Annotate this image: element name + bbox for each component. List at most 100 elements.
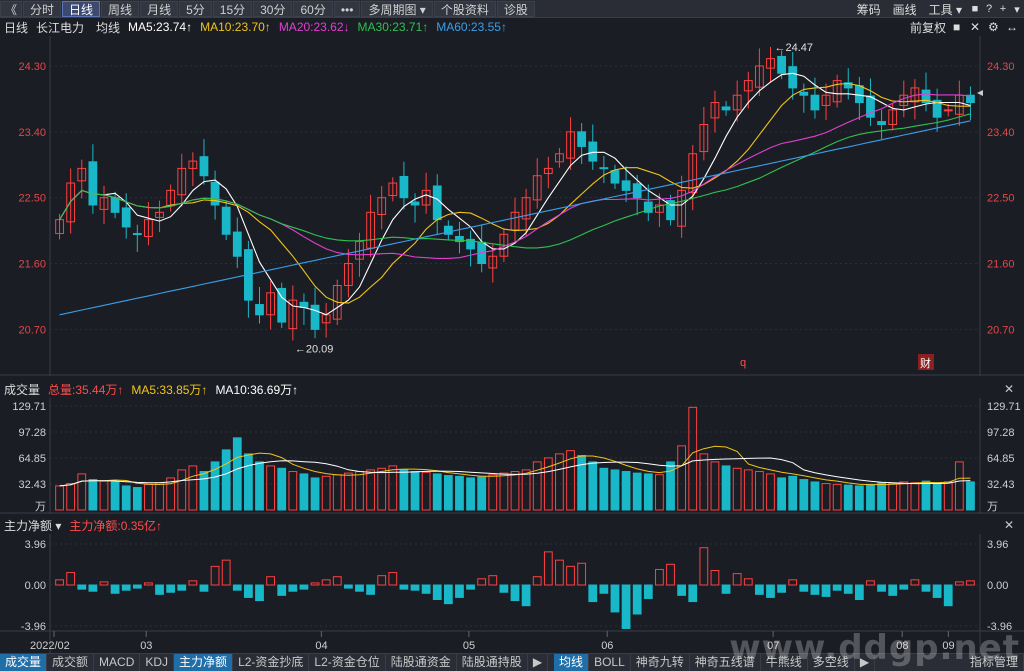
x-axis-label: 04 bbox=[315, 640, 327, 652]
flow-bar bbox=[954, 581, 964, 586]
flow-bar bbox=[144, 582, 153, 586]
flow-bar bbox=[455, 584, 464, 598]
volume-bar bbox=[377, 467, 387, 511]
volume-tick-left: 64.85 bbox=[18, 453, 46, 465]
volume-bar bbox=[854, 485, 864, 511]
indicator-tab-2[interactable]: MACD bbox=[94, 654, 141, 671]
adjust-toggle[interactable]: 前复权 bbox=[910, 19, 946, 36]
plus-icon[interactable]: + bbox=[996, 3, 1010, 15]
flow-title[interactable]: 主力净额 ▾ bbox=[4, 517, 61, 534]
overlay-tab-0[interactable]: 均线 bbox=[554, 654, 590, 671]
period-tab-11[interactable]: 诊股 bbox=[496, 0, 535, 17]
flow-bar bbox=[288, 584, 298, 592]
price-tick-left: 20.70 bbox=[18, 324, 46, 336]
candle-body bbox=[121, 207, 131, 228]
indicator-tab-7[interactable]: 陆股通资金 bbox=[386, 654, 457, 671]
stock-name[interactable]: 长江电力 bbox=[36, 19, 84, 36]
flow-bar bbox=[810, 584, 820, 595]
flow-bar bbox=[510, 584, 520, 602]
ma5-line bbox=[59, 72, 971, 316]
volume-bar bbox=[299, 473, 309, 511]
overlay-tab-2[interactable]: 神奇九转 bbox=[631, 654, 690, 671]
period-tab-0[interactable]: 分时 bbox=[23, 0, 62, 17]
period-tab-6[interactable]: 30分 bbox=[253, 0, 293, 17]
chips-button[interactable]: 筹码 bbox=[851, 1, 887, 18]
overlay-tab-1[interactable]: BOLL bbox=[589, 654, 631, 671]
tools-menu[interactable]: 工具 ▾ bbox=[923, 1, 968, 18]
indicator-tab-3[interactable]: KDJ bbox=[140, 654, 175, 671]
flow-bar bbox=[543, 551, 553, 586]
volume-bar bbox=[921, 480, 931, 511]
volume-bar bbox=[455, 475, 464, 511]
close-icon[interactable]: ✕ bbox=[1004, 382, 1014, 396]
back-button[interactable]: 《 bbox=[0, 0, 23, 17]
indicator-tab-1[interactable]: 成交额 bbox=[47, 654, 95, 671]
flow-bar bbox=[377, 575, 387, 586]
period-tab-4[interactable]: 5分 bbox=[179, 0, 212, 17]
flow-bar bbox=[799, 584, 809, 592]
low-price-label: ←20.09 bbox=[295, 343, 334, 355]
candle-body bbox=[588, 141, 598, 162]
period-tab-8[interactable]: ••• bbox=[333, 0, 361, 17]
candlestick-chart[interactable]: 24.30 24.30 23.40 23.40 22.50 22.50 21.60 21.60… bbox=[0, 36, 1024, 376]
period-tab-7[interactable]: 60分 bbox=[293, 0, 333, 17]
period-tab-10[interactable]: 个股资料 bbox=[433, 0, 496, 17]
lock-icon[interactable]: ■ bbox=[953, 20, 960, 34]
draw-line-button[interactable]: 画线 bbox=[887, 1, 923, 18]
volume-bar bbox=[799, 479, 809, 511]
flow-bar bbox=[77, 584, 87, 590]
period-tab-2[interactable]: 周线 bbox=[101, 0, 140, 17]
volume-chart[interactable]: 129.71 129.71 97.28 97.28 64.85 64.85 32.43 32.… bbox=[0, 398, 1024, 514]
expand-icon[interactable]: ↔ bbox=[1006, 20, 1018, 34]
volume-title[interactable]: 成交量 bbox=[4, 381, 40, 398]
candle-body bbox=[943, 109, 953, 112]
flow-bar bbox=[88, 584, 98, 592]
price-tick-left: 21.60 bbox=[18, 259, 46, 271]
volume-bar bbox=[332, 474, 342, 511]
volume-tick-right: 万 bbox=[987, 501, 998, 513]
flow-bar bbox=[443, 584, 453, 605]
volume-bar bbox=[721, 465, 731, 511]
flow-bar bbox=[221, 559, 231, 586]
lock-icon[interactable]: ■ bbox=[968, 3, 982, 15]
avg-line-label[interactable]: 均线 bbox=[96, 19, 120, 36]
indicator-tab-8[interactable]: 陆股通持股 bbox=[457, 654, 528, 671]
volume-bar bbox=[788, 475, 798, 511]
close-icon[interactable]: ✕ bbox=[1004, 518, 1014, 532]
candle-body bbox=[310, 304, 320, 330]
volume-bar bbox=[610, 469, 620, 511]
price-tick-left: 23.40 bbox=[18, 127, 46, 139]
x-axis-label: 05 bbox=[463, 640, 475, 652]
period-tabs: 分时 日线 周线 月线 5分 15分 30分 60分 ••• 多周期图 ▾ 个股资料 诊股 bbox=[23, 0, 536, 17]
help-icon[interactable]: ? bbox=[982, 3, 996, 15]
indicator-tab-4[interactable]: 主力净额 bbox=[174, 654, 234, 671]
candle-body bbox=[88, 161, 98, 206]
ma60-value: MA60:23.55↑ bbox=[436, 20, 507, 34]
chevron-down-icon[interactable]: ▾ bbox=[1010, 3, 1024, 16]
period-tab-5[interactable]: 15分 bbox=[212, 0, 253, 17]
flow-bar bbox=[199, 584, 209, 592]
settings-icon[interactable]: ⚙ bbox=[988, 20, 999, 34]
event-marker-fin: 财 bbox=[920, 356, 931, 370]
volume-bar bbox=[288, 471, 298, 511]
volume-bar bbox=[366, 469, 375, 511]
flow-header: 主力净额 ▾ 主力净额:0.35亿↑ ✕ bbox=[0, 517, 1014, 534]
price-tick-left: 22.50 bbox=[18, 193, 46, 205]
tabs-scroll-right[interactable]: ▶ bbox=[528, 654, 549, 671]
flow-bar bbox=[754, 584, 764, 595]
flow-bar bbox=[266, 576, 276, 586]
volume-bar bbox=[677, 445, 687, 511]
period-tab-9[interactable]: 多周期图 ▾ bbox=[361, 0, 433, 17]
period-tab-1[interactable]: 日线 bbox=[62, 0, 101, 17]
indicator-tab-6[interactable]: L2-资金仓位 bbox=[309, 654, 386, 671]
indicator-tab-5[interactable]: L2-资金抄底 bbox=[233, 654, 310, 671]
volume-bar bbox=[621, 471, 631, 511]
close-icon[interactable]: ✕ bbox=[970, 20, 980, 34]
ma5-value: MA5:23.74↑ bbox=[128, 20, 193, 34]
volume-bar bbox=[966, 481, 975, 511]
flow-bar bbox=[821, 584, 831, 597]
volume-bar bbox=[910, 482, 920, 511]
flow-bar bbox=[155, 584, 164, 595]
period-tab-3[interactable]: 月线 bbox=[140, 0, 179, 17]
indicator-tab-0[interactable]: 成交量 bbox=[0, 654, 48, 671]
